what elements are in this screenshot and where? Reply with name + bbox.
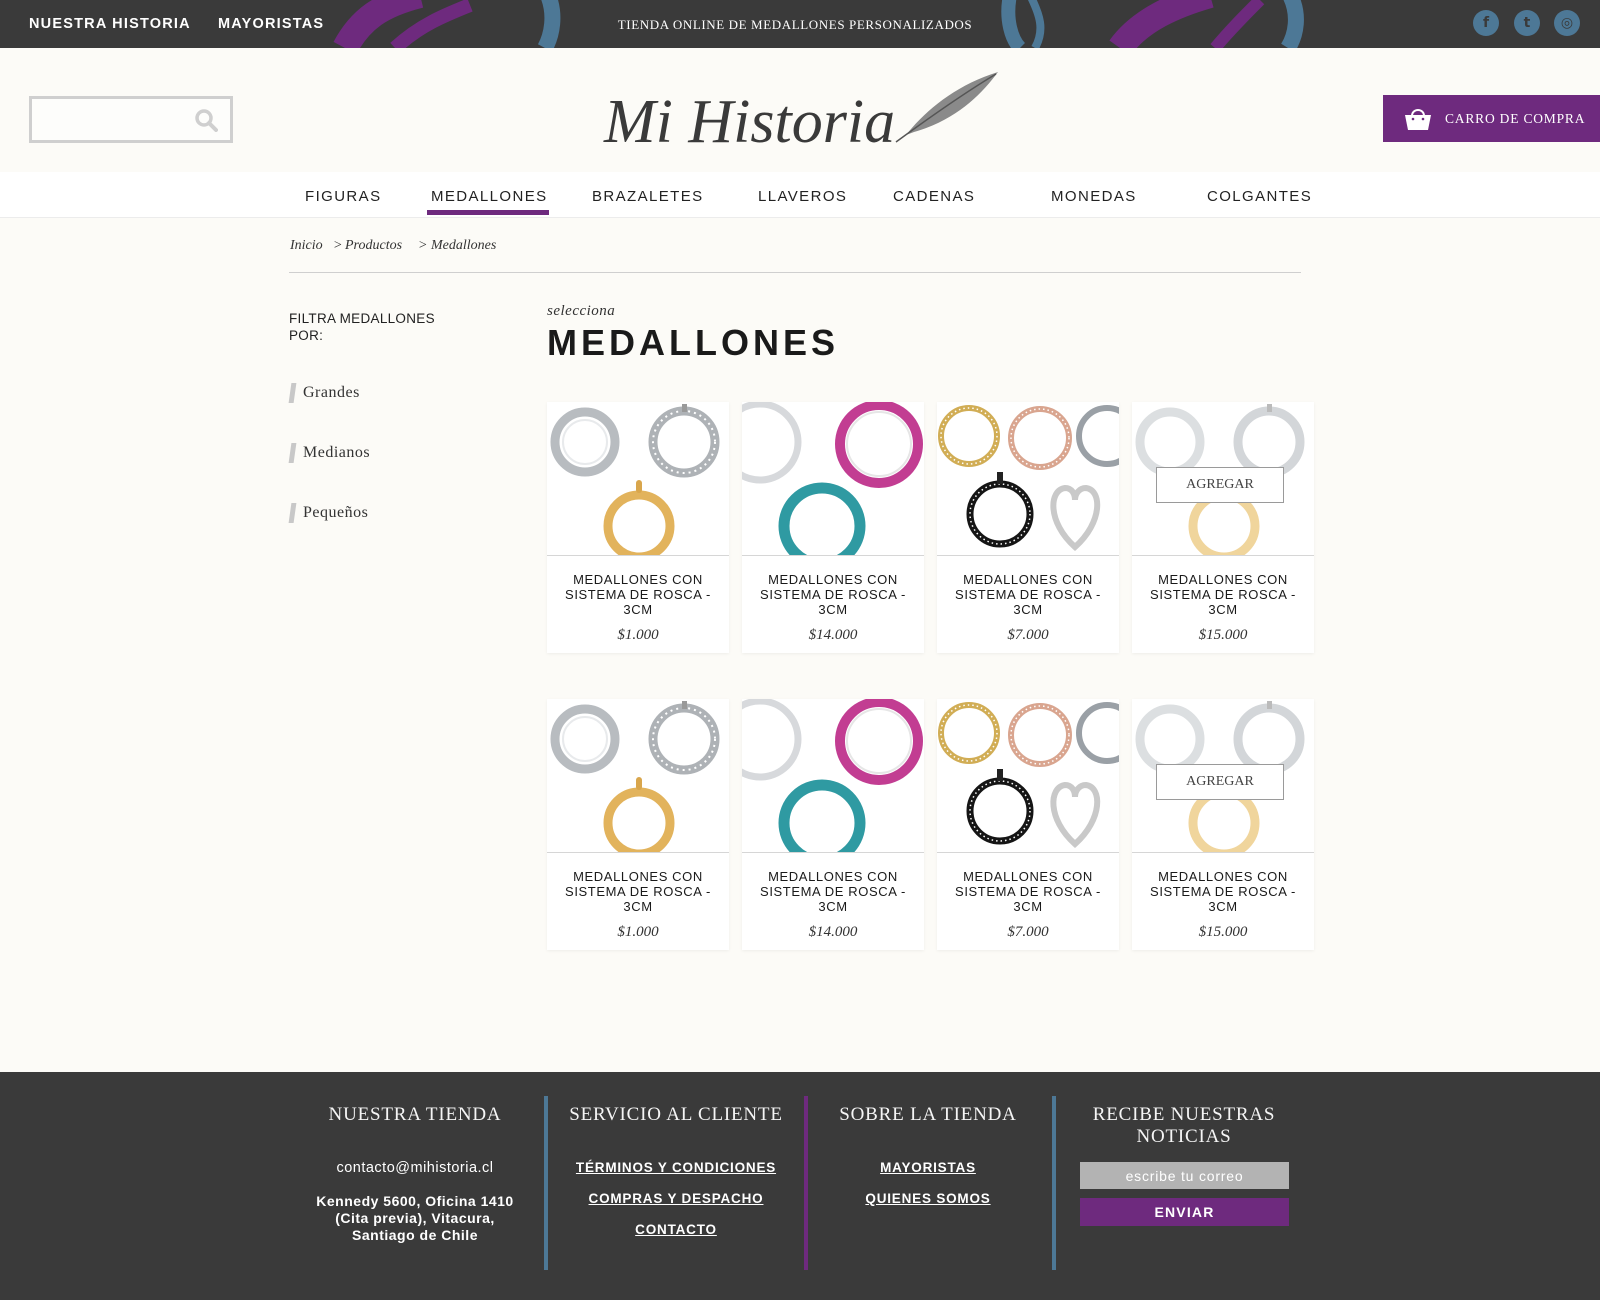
footer-address-line: (Cita previa), Vitacura, — [335, 1210, 495, 1226]
filter-label: Pequeños — [303, 504, 369, 521]
footer-newsletter-title-line: NOTICIAS — [1136, 1126, 1232, 1147]
product-price: $14.000 — [808, 924, 858, 940]
product-card[interactable]: MEDALLONES CON SISTEMA DE ROSCA - 3CM $1… — [547, 699, 729, 950]
product-price: $1.000 — [617, 627, 659, 643]
product-image[interactable] — [742, 699, 924, 853]
filter-label: Grandes — [303, 384, 360, 401]
filter-title: FILTRA MEDALLONES POR: — [289, 311, 435, 343]
product-title[interactable]: MEDALLONES CON SISTEMA DE ROSCA - 3CM — [1142, 869, 1304, 914]
product-image[interactable] — [547, 402, 729, 556]
store-tagline: TIENDA ONLINE DE MEDALLONES PERSONALIZAD… — [617, 17, 973, 32]
footer-link-mayoristas[interactable]: MAYORISTAS — [816, 1160, 1040, 1175]
page-title: MEDALLONES — [547, 322, 839, 363]
product-image[interactable] — [547, 699, 729, 853]
product-image[interactable] — [937, 699, 1119, 853]
filter-medianos[interactable]: Medianos — [288, 443, 371, 463]
product-title[interactable]: MEDALLONES CON SISTEMA DE ROSCA - 3CM — [752, 572, 914, 617]
nav-llaveros[interactable]: LLAVEROS — [758, 188, 847, 205]
breadcrumb-medallones: Medallones — [431, 238, 497, 253]
product-image[interactable]: AGREGAR — [1132, 699, 1314, 853]
nav-monedas[interactable]: MONEDAS — [1051, 188, 1137, 205]
product-title[interactable]: MEDALLONES CON SISTEMA DE ROSCA - 3CM — [947, 869, 1109, 914]
filter-grandes[interactable]: Grandes — [288, 383, 360, 403]
footer-link-contacto[interactable]: CONTACTO — [556, 1222, 796, 1237]
instagram-icon[interactable]: ◎ — [1554, 10, 1580, 36]
add-to-cart-button[interactable]: AGREGAR — [1156, 764, 1284, 800]
filter-marker — [288, 503, 297, 523]
cart-button[interactable]: CARRO DE COMPRA — [1383, 95, 1600, 142]
search-box — [29, 96, 233, 143]
footer-about-title: SOBRE LA TIENDA — [839, 1104, 1017, 1125]
product-title[interactable]: MEDALLONES CON SISTEMA DE ROSCA - 3CM — [557, 572, 719, 617]
breadcrumb-separator: > — [333, 238, 343, 253]
newsletter-send-button[interactable]: ENVIAR — [1080, 1198, 1289, 1226]
product-card[interactable]: MEDALLONES CON SISTEMA DE ROSCA - 3CM $1… — [547, 402, 729, 653]
product-card[interactable]: AGREGAR MEDALLONES CON SISTEMA DE ROSCA … — [1132, 402, 1314, 653]
divider — [289, 272, 1301, 273]
shopping-bag-icon — [1405, 108, 1431, 130]
filter-pequenos[interactable]: Pequeños — [288, 503, 369, 523]
footer-divider — [544, 1096, 548, 1270]
product-price: $15.000 — [1198, 924, 1248, 940]
twitter-icon[interactable]: t — [1514, 10, 1540, 36]
add-to-cart-button[interactable]: AGREGAR — [1156, 467, 1284, 503]
product-title[interactable]: MEDALLONES CON SISTEMA DE ROSCA - 3CM — [947, 572, 1109, 617]
filter-marker — [288, 443, 297, 463]
product-image[interactable]: AGREGAR — [1132, 402, 1314, 556]
product-price: $7.000 — [1007, 627, 1049, 643]
top-link-nuestra-historia[interactable]: NUESTRA HISTORIA — [29, 16, 191, 32]
site-logo[interactable]: Mi Historia — [596, 70, 1006, 160]
filter-label: Medianos — [303, 444, 371, 461]
newsletter-email-input[interactable] — [1080, 1162, 1289, 1189]
top-bar: NUESTRA HISTORIA MAYORISTAS TIENDA ONLIN… — [0, 0, 1600, 48]
footer-link-compras[interactable]: COMPRAS Y DESPACHO — [556, 1191, 796, 1206]
footer-divider — [804, 1096, 808, 1270]
footer-link-quienes-somos[interactable]: QUIENES SOMOS — [816, 1191, 1040, 1206]
nav-cadenas[interactable]: CADENAS — [893, 188, 975, 205]
product-title[interactable]: MEDALLONES CON SISTEMA DE ROSCA - 3CM — [557, 869, 719, 914]
logo-text: Mi Historia — [603, 88, 895, 155]
search-icon[interactable] — [194, 108, 218, 132]
facebook-icon[interactable]: f — [1473, 10, 1499, 36]
product-card[interactable]: MEDALLONES CON SISTEMA DE ROSCA - 3CM $7… — [937, 402, 1119, 653]
footer-address-line: Santiago de Chile — [352, 1227, 478, 1243]
nav-colgantes[interactable]: COLGANTES — [1207, 188, 1312, 205]
breadcrumb-inicio[interactable]: Inicio — [290, 238, 323, 254]
top-link-mayoristas[interactable]: MAYORISTAS — [218, 16, 324, 32]
product-price: $15.000 — [1198, 627, 1248, 643]
product-price: $1.000 — [617, 924, 659, 940]
product-image[interactable] — [742, 402, 924, 556]
product-price: $14.000 — [808, 627, 858, 643]
feather-icon — [895, 72, 998, 143]
main-nav: FIGURAS MEDALLONES BRAZALETES LLAVEROS C… — [0, 172, 1600, 218]
footer-newsletter-title-line: RECIBE NUESTRAS — [1092, 1104, 1276, 1125]
nav-active-indicator — [427, 210, 549, 215]
footer-link-terminos[interactable]: TÉRMINOS Y CONDICIONES — [556, 1160, 796, 1175]
product-image[interactable] — [937, 402, 1119, 556]
nav-medallones[interactable]: MEDALLONES — [431, 188, 548, 205]
breadcrumb-productos[interactable]: Productos — [345, 238, 402, 254]
footer-service-title: SERVICIO AL CLIENTE — [569, 1104, 783, 1125]
product-title[interactable]: MEDALLONES CON SISTEMA DE ROSCA - 3CM — [1142, 572, 1304, 617]
product-price: $7.000 — [1007, 924, 1049, 940]
footer-divider — [1052, 1096, 1056, 1270]
nav-brazaletes[interactable]: BRAZALETES — [592, 188, 704, 205]
footer: NUESTRA TIENDA contacto@mihistoria.cl Ke… — [0, 1072, 1600, 1300]
product-card[interactable]: MEDALLONES CON SISTEMA DE ROSCA - 3CM $7… — [937, 699, 1119, 950]
product-card[interactable]: MEDALLONES CON SISTEMA DE ROSCA - 3CM $1… — [742, 402, 924, 653]
product-card[interactable]: MEDALLONES CON SISTEMA DE ROSCA - 3CM $1… — [742, 699, 924, 950]
footer-address-line: Kennedy 5600, Oficina 1410 — [316, 1193, 514, 1209]
nav-figuras[interactable]: FIGURAS — [305, 188, 381, 205]
search-input[interactable] — [38, 107, 178, 131]
filter-marker — [288, 383, 297, 403]
product-card[interactable]: AGREGAR MEDALLONES CON SISTEMA DE ROSCA … — [1132, 699, 1314, 950]
section-subtitle: selecciona — [547, 303, 616, 319]
product-title[interactable]: MEDALLONES CON SISTEMA DE ROSCA - 3CM — [752, 869, 914, 914]
breadcrumb-separator: > — [418, 238, 428, 253]
footer-store-title: NUESTRA TIENDA — [328, 1104, 502, 1125]
cart-label: CARRO DE COMPRA — [1445, 110, 1586, 126]
footer-email[interactable]: contacto@mihistoria.cl — [300, 1160, 530, 1176]
